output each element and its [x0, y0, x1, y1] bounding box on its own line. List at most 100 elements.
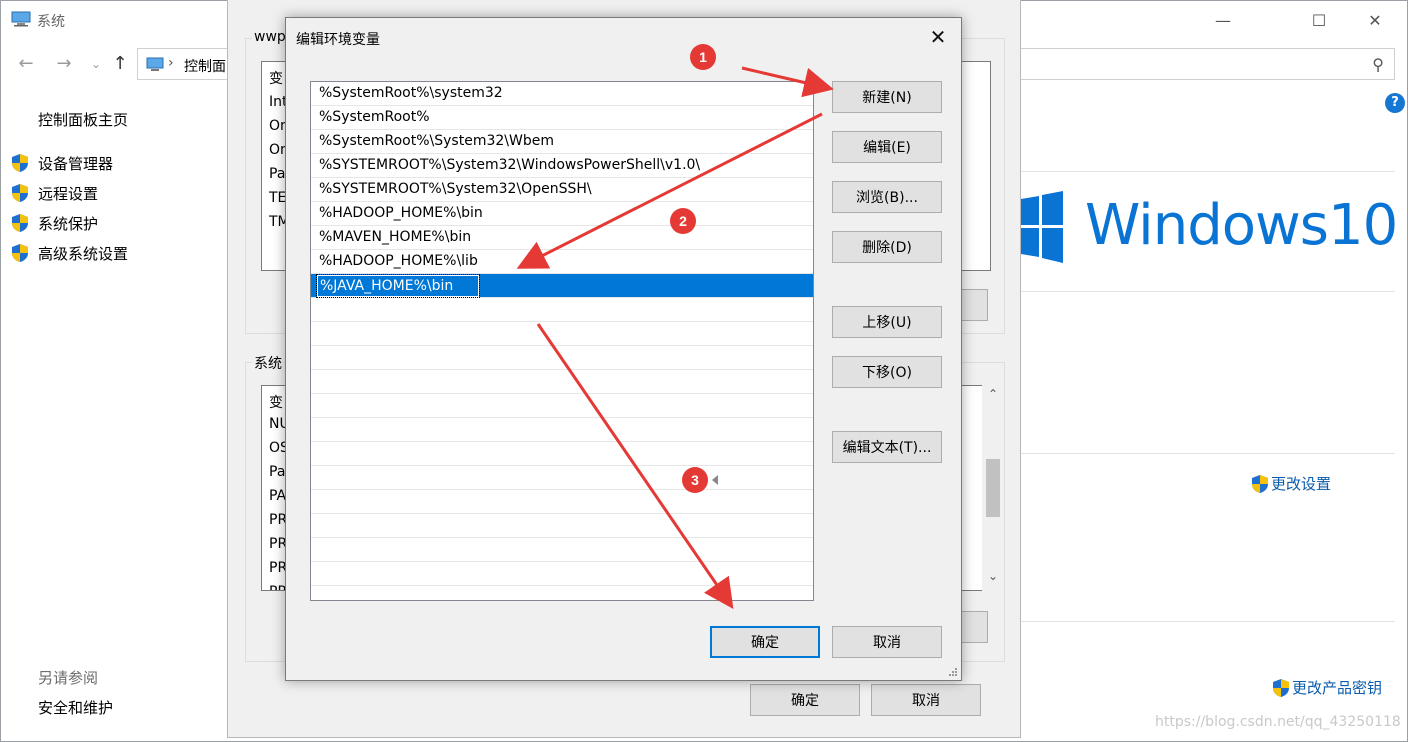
watermark: https://blog.csdn.net/qq_43250118	[1155, 714, 1401, 730]
path-row-empty[interactable]	[311, 442, 813, 466]
path-row-empty[interactable]	[311, 490, 813, 514]
path-row-empty[interactable]	[311, 418, 813, 442]
path-row-selected[interactable]: %JAVA_HOME%\bin	[311, 274, 813, 298]
dialog-close-button[interactable]: ✕	[923, 24, 953, 50]
path-row-text: %SYSTEMROOT%\System32\OpenSSH\	[319, 181, 592, 197]
path-row[interactable]: %HADOOP_HOME%\bin	[311, 202, 813, 226]
env-ok-button[interactable]: 确定	[750, 684, 860, 716]
system-vars-scrollbar[interactable]: ⌃ ⌄	[982, 385, 1004, 591]
path-row-empty[interactable]	[311, 562, 813, 586]
annotation-badge-1: 1	[690, 44, 716, 70]
list-item[interactable]: 变	[269, 68, 283, 88]
path-row-empty[interactable]	[311, 346, 813, 370]
browse-button[interactable]: 浏览(B)...	[832, 181, 942, 213]
scroll-up-icon[interactable]: ⌃	[984, 387, 1002, 405]
help-icon[interactable]: ?	[1385, 93, 1405, 113]
path-row[interactable]: %HADOOP_HOME%\lib	[311, 250, 813, 274]
path-row-text: %SYSTEMROOT%\System32\WindowsPowerShell\…	[319, 157, 701, 173]
divider	[1021, 291, 1395, 292]
annotation-badge-2: 2	[670, 208, 696, 234]
windows-logo: Windows10	[1021, 189, 1401, 269]
sidebar-item-remote-settings[interactable]: 远程设置	[11, 182, 98, 204]
delete-button[interactable]: 删除(D)	[832, 231, 942, 263]
recent-chevron-icon[interactable]: ⌄	[85, 53, 107, 75]
path-row-text: %SystemRoot%	[319, 109, 430, 125]
shield-icon	[12, 154, 28, 172]
scroll-down-icon[interactable]: ⌄	[984, 569, 1002, 587]
divider	[1021, 453, 1395, 454]
forward-arrow-icon[interactable]: →	[53, 53, 75, 75]
change-product-key-label: 更改产品密钥	[1292, 679, 1383, 697]
list-item[interactable]: Pa	[269, 464, 285, 480]
path-row-text: %HADOOP_HOME%\lib	[319, 253, 478, 269]
path-row-empty[interactable]	[311, 298, 813, 322]
sidebar-item-device-manager[interactable]: 设备管理器	[11, 152, 113, 174]
list-item[interactable]: 变	[269, 392, 283, 412]
scroll-thumb[interactable]	[986, 459, 1000, 517]
see-also-heading: 另请参阅	[38, 669, 99, 687]
path-row[interactable]: %SYSTEMROOT%\System32\WindowsPowerShell\…	[311, 154, 813, 178]
minimize-button[interactable]: —	[1199, 1, 1247, 39]
sidebar-home-link[interactable]: 控制面板主页	[38, 109, 128, 130]
path-row-empty[interactable]	[311, 322, 813, 346]
windows-flag-icon	[1021, 191, 1063, 263]
dialog-title: 编辑环境变量	[296, 32, 380, 48]
path-row[interactable]: %SystemRoot%\System32\Wbem	[311, 130, 813, 154]
path-list[interactable]: %SystemRoot%\system32 %SystemRoot% %Syst…	[310, 81, 814, 601]
divider	[1021, 621, 1395, 622]
path-row[interactable]: %MAVEN_HOME%\bin	[311, 226, 813, 250]
path-row-empty[interactable]	[311, 394, 813, 418]
window-close-button[interactable]: ✕	[1351, 1, 1399, 39]
edit-text-button[interactable]: 编辑文本(T)...	[832, 431, 942, 463]
dialog-ok-button[interactable]: 确定	[710, 626, 820, 658]
system-vars-group-label: 系统	[252, 353, 284, 373]
control-panel-icon	[146, 57, 164, 71]
breadcrumb[interactable]: 控制面	[184, 56, 226, 76]
path-row[interactable]: %SYSTEMROOT%\System32\OpenSSH\	[311, 178, 813, 202]
dialog-cancel-button[interactable]: 取消	[832, 626, 942, 658]
shield-icon	[12, 244, 28, 262]
system-title: 系统	[37, 14, 65, 30]
sidebar-item-label: 设备管理器	[38, 154, 114, 173]
path-row-empty[interactable]	[311, 466, 813, 490]
windows-logo-text: Windows10	[1085, 193, 1398, 258]
path-row-empty[interactable]	[311, 514, 813, 538]
move-up-button[interactable]: 上移(U)	[832, 306, 942, 338]
crumb-chevron-icon: ›	[168, 55, 174, 71]
sidebar-item-label: 系统保护	[38, 214, 99, 233]
change-settings-label: 更改设置	[1271, 475, 1332, 493]
shield-icon	[12, 184, 28, 202]
edit-button[interactable]: 编辑(E)	[832, 131, 942, 163]
new-button[interactable]: 新建(N)	[832, 81, 942, 113]
path-row-empty[interactable]	[311, 370, 813, 394]
change-product-key-link[interactable]: 更改产品密钥	[1272, 677, 1382, 698]
change-settings-link[interactable]: 更改设置	[1251, 473, 1331, 494]
up-arrow-icon[interactable]: ↑	[109, 53, 131, 75]
divider	[1021, 171, 1395, 172]
shield-icon	[12, 214, 28, 232]
search-icon[interactable]: ⚲	[1372, 55, 1384, 74]
maximize-button[interactable]: ☐	[1295, 1, 1343, 39]
path-row-edit-field[interactable]: %JAVA_HOME%\bin	[316, 274, 480, 298]
move-down-button[interactable]: 下移(O)	[832, 356, 942, 388]
list-item[interactable]: PA	[269, 488, 286, 504]
path-row[interactable]: %SystemRoot%\system32	[311, 82, 813, 106]
annotation-badge-3: 3	[682, 467, 708, 493]
list-item[interactable]: TE	[269, 190, 286, 206]
sidebar-item-label: 远程设置	[38, 184, 99, 203]
path-row-empty[interactable]	[311, 538, 813, 562]
shield-icon	[1252, 474, 1268, 493]
path-row-text: %MAVEN_HOME%\bin	[319, 229, 472, 245]
shield-icon	[1273, 678, 1289, 697]
path-row[interactable]: %SystemRoot%	[311, 106, 813, 130]
security-maintenance-link[interactable]: 安全和维护	[38, 697, 113, 718]
env-cancel-button[interactable]: 取消	[871, 684, 981, 716]
back-arrow-icon[interactable]: ←	[15, 53, 37, 75]
sidebar-item-advanced-settings[interactable]: 高级系统设置	[11, 242, 128, 264]
resize-grip-icon[interactable]	[948, 667, 958, 677]
sidebar-item-label: 高级系统设置	[38, 244, 129, 263]
computer-icon	[11, 11, 31, 27]
path-row-text: %HADOOP_HOME%\bin	[319, 205, 483, 221]
sidebar-item-system-protection[interactable]: 系统保护	[11, 212, 98, 234]
list-item[interactable]: Pa	[269, 166, 285, 182]
